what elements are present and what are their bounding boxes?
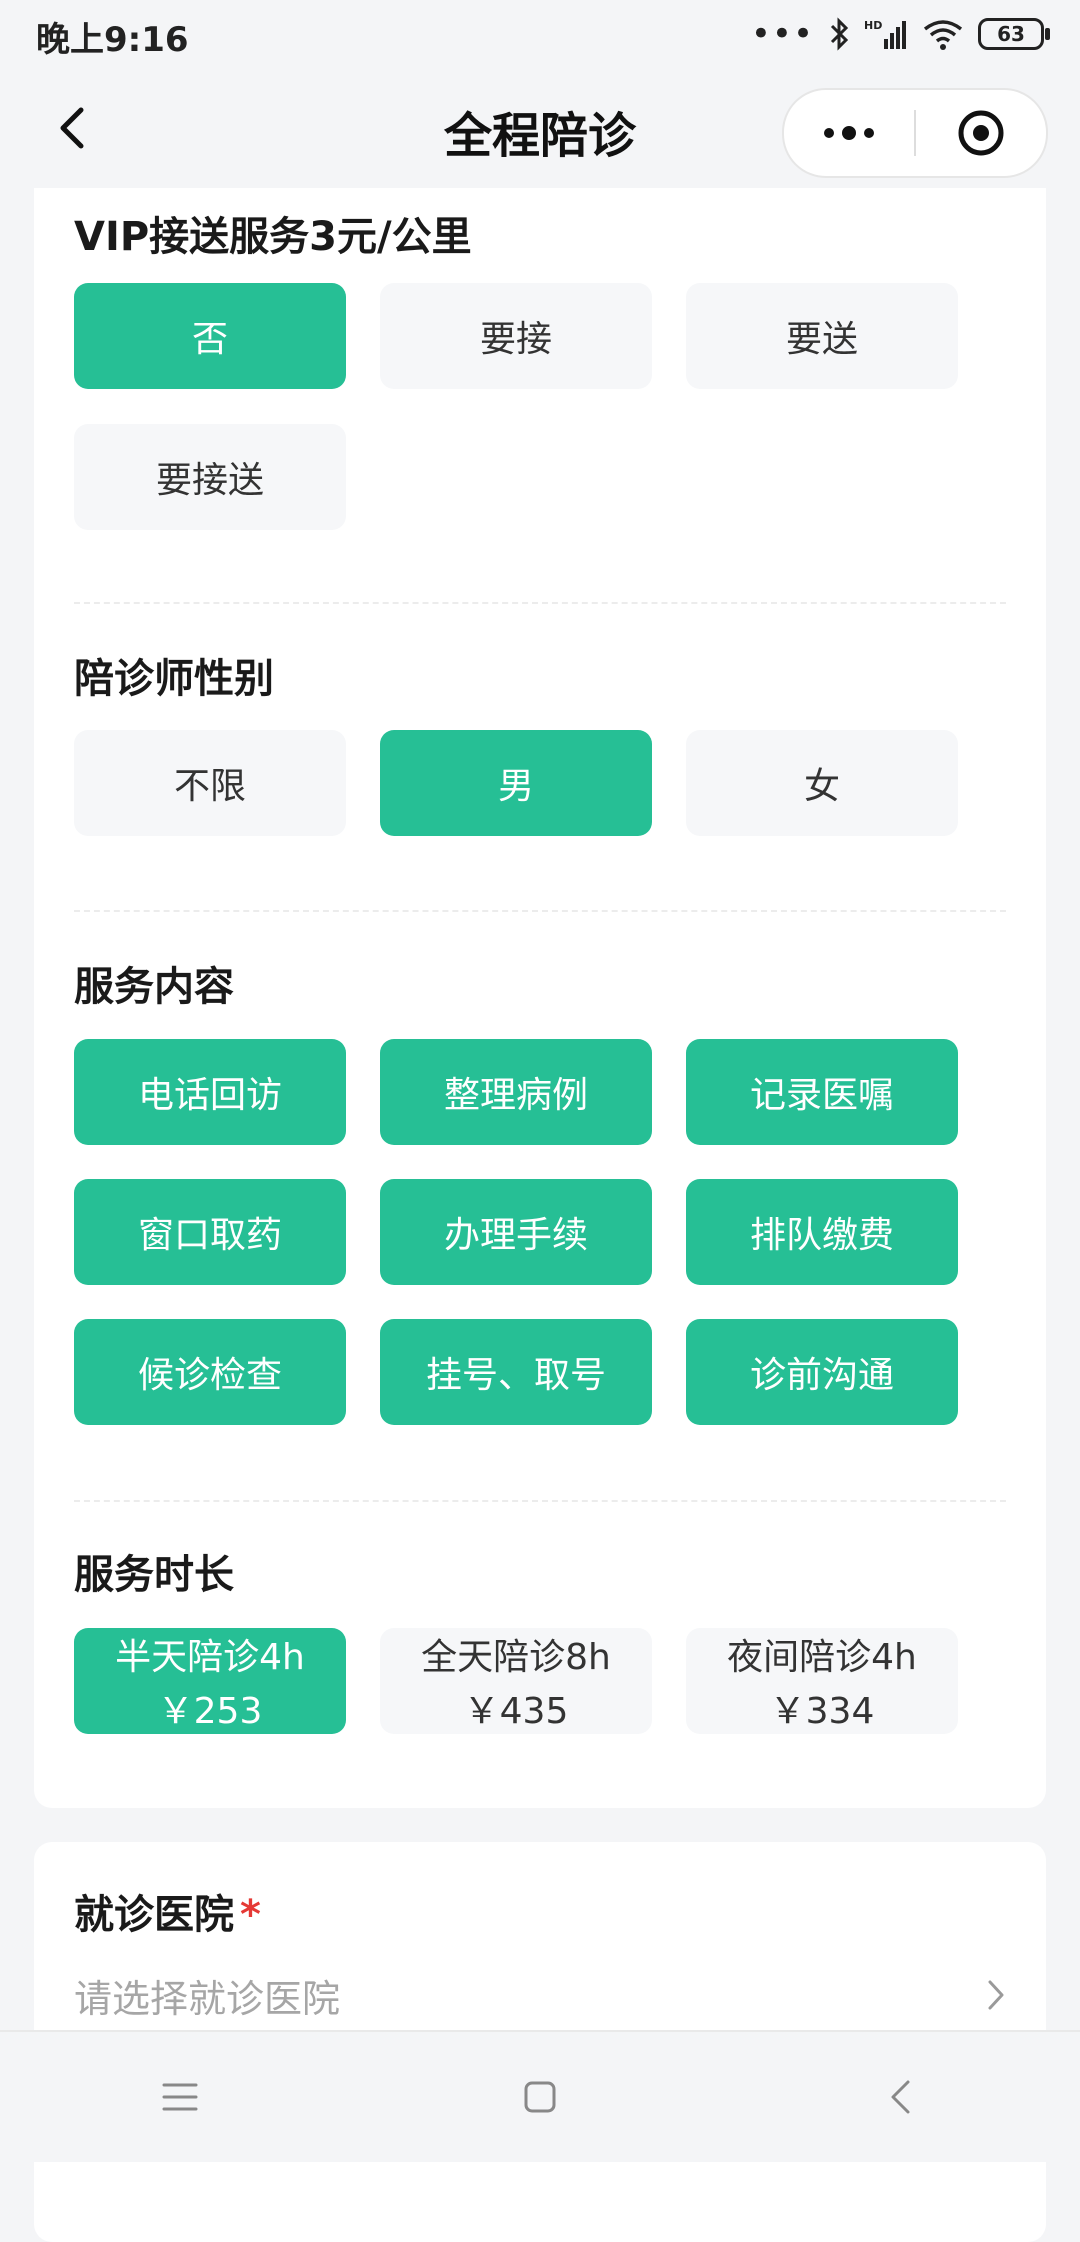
option-label: 不限 xyxy=(173,766,246,807)
required-mark: * xyxy=(240,1892,261,1938)
hospital-select[interactable]: 请选择就诊医院 xyxy=(74,1960,1006,2030)
option-price: ￥253 xyxy=(157,1691,263,1732)
content-option-pre-consult[interactable]: 诊前沟通 xyxy=(686,1319,958,1425)
gender-section-title: 陪诊师性别 xyxy=(74,656,274,702)
content-option-organize-records[interactable]: 整理病例 xyxy=(380,1039,652,1145)
battery-level: 63 xyxy=(997,22,1025,46)
vip-section-title: VIP接送服务3元/公里 xyxy=(74,214,472,260)
system-back-button[interactable] xyxy=(840,2052,960,2142)
content-option-record-orders[interactable]: 记录医嘱 xyxy=(686,1039,958,1145)
option-price: ￥334 xyxy=(769,1691,875,1732)
system-home-button[interactable] xyxy=(480,2052,600,2142)
option-label: 否 xyxy=(191,319,228,360)
more-dots-icon xyxy=(824,126,874,140)
menu-icon xyxy=(162,2083,198,2111)
more-button[interactable] xyxy=(784,90,914,176)
option-label: 女 xyxy=(803,766,840,807)
content-section-title: 服务内容 xyxy=(74,964,234,1010)
vip-option-dropoff[interactable]: 要送 xyxy=(686,283,958,389)
wifi-icon xyxy=(923,20,963,50)
option-label: 全天陪诊8h xyxy=(421,1637,611,1678)
option-label: 电话回访 xyxy=(137,1075,282,1116)
home-square-icon xyxy=(524,2081,556,2113)
status-bar: 晚上9:16 ••• HD 63 xyxy=(0,0,1080,70)
option-label: 记录医嘱 xyxy=(749,1075,894,1116)
gender-option-any[interactable]: 不限 xyxy=(74,730,346,836)
option-price: ￥435 xyxy=(463,1691,569,1732)
section-divider xyxy=(74,910,1006,912)
option-label: 要送 xyxy=(785,319,858,360)
gender-option-female[interactable]: 女 xyxy=(686,730,958,836)
option-label: 整理病例 xyxy=(443,1075,588,1116)
target-close-icon xyxy=(958,110,1004,156)
nav-bar: 全程陪诊 xyxy=(0,70,1080,188)
option-label: 挂号、取号 xyxy=(425,1355,606,1396)
option-label: 夜间陪诊4h xyxy=(727,1637,917,1678)
content-option-queue-payment[interactable]: 排队缴费 xyxy=(686,1179,958,1285)
duration-section-title: 服务时长 xyxy=(74,1552,234,1598)
option-label: 半天陪诊4h xyxy=(115,1637,305,1678)
section-divider xyxy=(74,1500,1006,1502)
content-option-procedures[interactable]: 办理手续 xyxy=(380,1179,652,1285)
vip-option-no[interactable]: 否 xyxy=(74,283,346,389)
back-triangle-icon xyxy=(891,2080,910,2114)
hd-signal-icon: HD xyxy=(864,19,906,49)
battery-icon: 63 xyxy=(978,18,1050,50)
status-icons: ••• HD 63 xyxy=(750,12,1050,56)
hospital-section-title: 就诊医院 * xyxy=(74,1882,261,1940)
bluetooth-icon xyxy=(830,17,849,51)
option-label: 诊前沟通 xyxy=(749,1355,894,1396)
svg-text:HD: HD xyxy=(864,19,882,32)
option-label: 办理手续 xyxy=(443,1215,588,1256)
signal-dots-icon: ••• xyxy=(750,14,814,54)
duration-option-full-day[interactable]: 全天陪诊8h ￥435 xyxy=(380,1628,652,1734)
status-time: 晚上9:16 xyxy=(36,20,189,60)
option-label: 窗口取药 xyxy=(137,1215,282,1256)
close-button[interactable] xyxy=(916,90,1046,176)
system-menu-button[interactable] xyxy=(120,2052,240,2142)
option-label: 排队缴费 xyxy=(749,1215,894,1256)
option-label: 男 xyxy=(497,766,534,807)
content-option-registration[interactable]: 挂号、取号 xyxy=(380,1319,652,1425)
gender-option-male[interactable]: 男 xyxy=(380,730,652,836)
service-options-card: VIP接送服务3元/公里 否 要接 要送 要接送 陪诊师性别 不限 男 女 服务… xyxy=(34,188,1046,1808)
option-label: 要接 xyxy=(479,319,552,360)
chevron-right-icon xyxy=(988,1980,1004,2010)
back-button[interactable] xyxy=(42,98,102,158)
section-divider xyxy=(74,602,1006,604)
option-label: 要接送 xyxy=(155,460,264,501)
duration-option-night[interactable]: 夜间陪诊4h ￥334 xyxy=(686,1628,958,1734)
chevron-left-icon xyxy=(60,107,84,149)
hospital-title-text: 就诊医院 xyxy=(74,1892,234,1938)
option-label: 候诊检查 xyxy=(137,1355,282,1396)
content-option-wait-exam[interactable]: 候诊检查 xyxy=(74,1319,346,1425)
system-nav-bar xyxy=(0,2030,1080,2162)
content-option-phone-followup[interactable]: 电话回访 xyxy=(74,1039,346,1145)
duration-option-half-day[interactable]: 半天陪诊4h ￥253 xyxy=(74,1628,346,1734)
vip-option-pickup-dropoff[interactable]: 要接送 xyxy=(74,424,346,530)
vip-option-pickup[interactable]: 要接 xyxy=(380,283,652,389)
hospital-placeholder: 请选择就诊医院 xyxy=(74,1976,341,2021)
content-option-pick-medicine[interactable]: 窗口取药 xyxy=(74,1179,346,1285)
mini-program-capsule xyxy=(782,88,1048,178)
